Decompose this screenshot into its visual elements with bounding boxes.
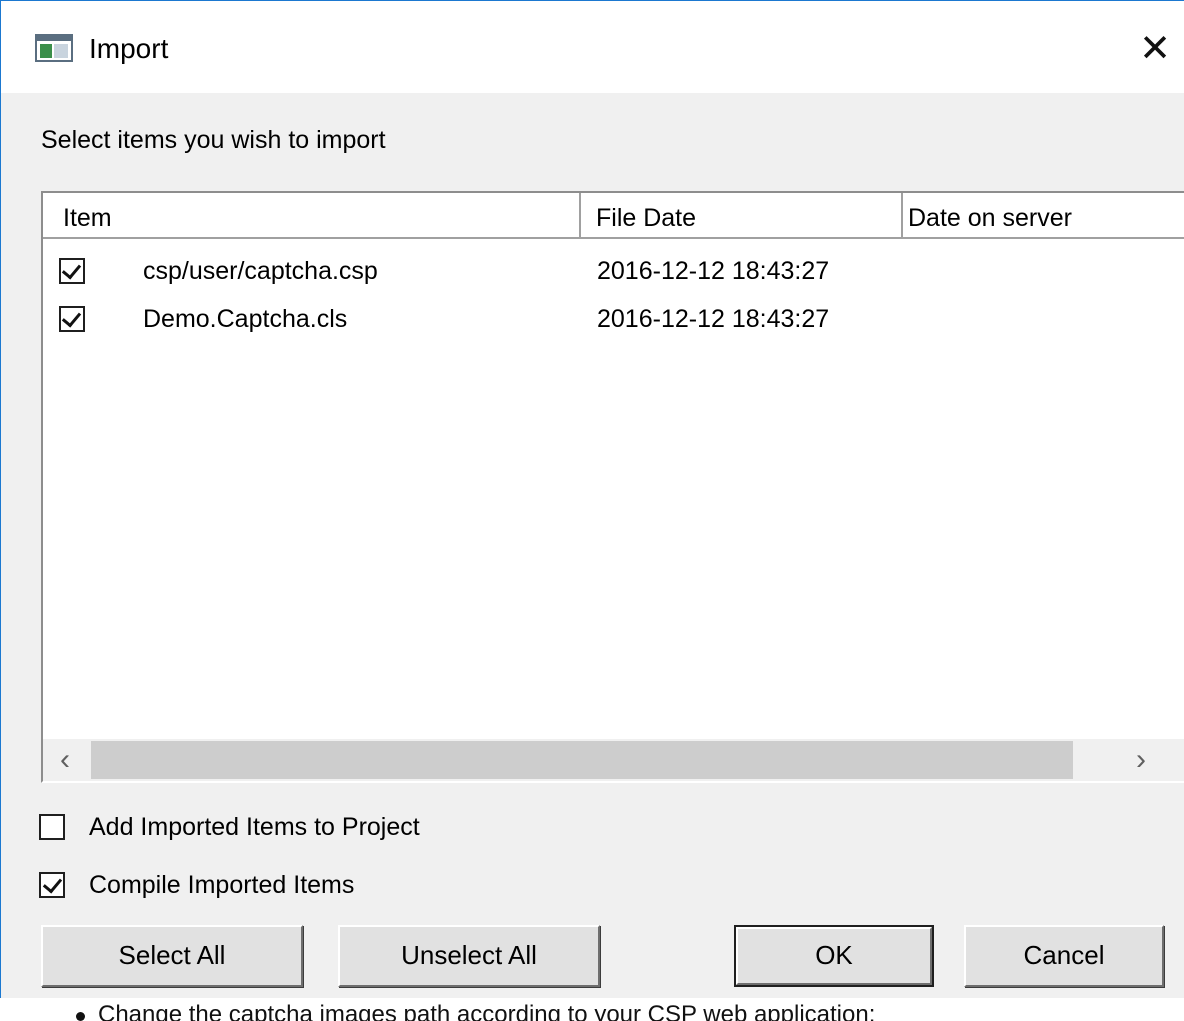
compile-checkbox[interactable] xyxy=(39,872,65,898)
column-header-item[interactable]: Item xyxy=(55,193,581,237)
title-bar[interactable]: Import ✕ xyxy=(1,1,1184,93)
select-all-button[interactable]: Select All xyxy=(41,925,303,987)
list-header: Item File Date Date on server xyxy=(43,193,1184,239)
unselect-all-button[interactable]: Unselect All xyxy=(338,925,600,987)
ok-label: OK xyxy=(815,940,853,970)
column-header-date-on-server[interactable]: Date on server xyxy=(903,193,1184,237)
dialog-title: Import xyxy=(89,33,169,64)
background-document: Change the captcha images path according… xyxy=(0,998,1184,1021)
import-dialog: Import ✕ Select items you wish to import… xyxy=(0,0,1184,1021)
add-to-project-checkbox[interactable] xyxy=(39,814,65,840)
item-file-date: 2016-12-12 18:43:27 xyxy=(597,305,830,333)
list-item[interactable]: Demo.Captcha.cls 2016-12-12 18:43:27 xyxy=(43,299,1184,347)
item-checkbox[interactable] xyxy=(59,258,85,284)
item-name: csp/user/captcha.csp xyxy=(143,257,378,285)
unselect-all-label: Unselect All xyxy=(401,940,537,970)
import-items-list[interactable]: Item File Date Date on server csp/user/c… xyxy=(41,191,1184,783)
column-header-file-date[interactable]: File Date xyxy=(581,193,903,237)
scrollbar-thumb[interactable] xyxy=(91,741,1073,779)
cancel-button[interactable]: Cancel xyxy=(964,925,1164,987)
ok-button[interactable]: OK xyxy=(734,925,934,987)
instruction-label: Select items you wish to import xyxy=(41,126,386,154)
bullet-icon xyxy=(76,1012,85,1021)
scroll-left-icon[interactable]: ‹ xyxy=(43,739,87,781)
item-file-date: 2016-12-12 18:43:27 xyxy=(597,257,830,285)
compile-label[interactable]: Compile Imported Items xyxy=(89,866,354,904)
add-to-project-label[interactable]: Add Imported Items to Project xyxy=(89,808,420,846)
horizontal-scrollbar[interactable]: ‹ › xyxy=(43,739,1184,781)
scroll-right-icon[interactable]: › xyxy=(1119,739,1163,781)
item-name: Demo.Captcha.cls xyxy=(143,305,348,333)
cancel-label: Cancel xyxy=(1023,940,1105,970)
list-item[interactable]: csp/user/captcha.csp 2016-12-12 18:43:27 xyxy=(43,251,1184,299)
select-all-label: Select All xyxy=(118,940,226,970)
document-text-line: Change the captcha images path according… xyxy=(98,1001,876,1021)
item-checkbox[interactable] xyxy=(59,306,85,332)
application-window-icon xyxy=(35,34,73,62)
close-icon[interactable]: ✕ xyxy=(1131,25,1179,75)
